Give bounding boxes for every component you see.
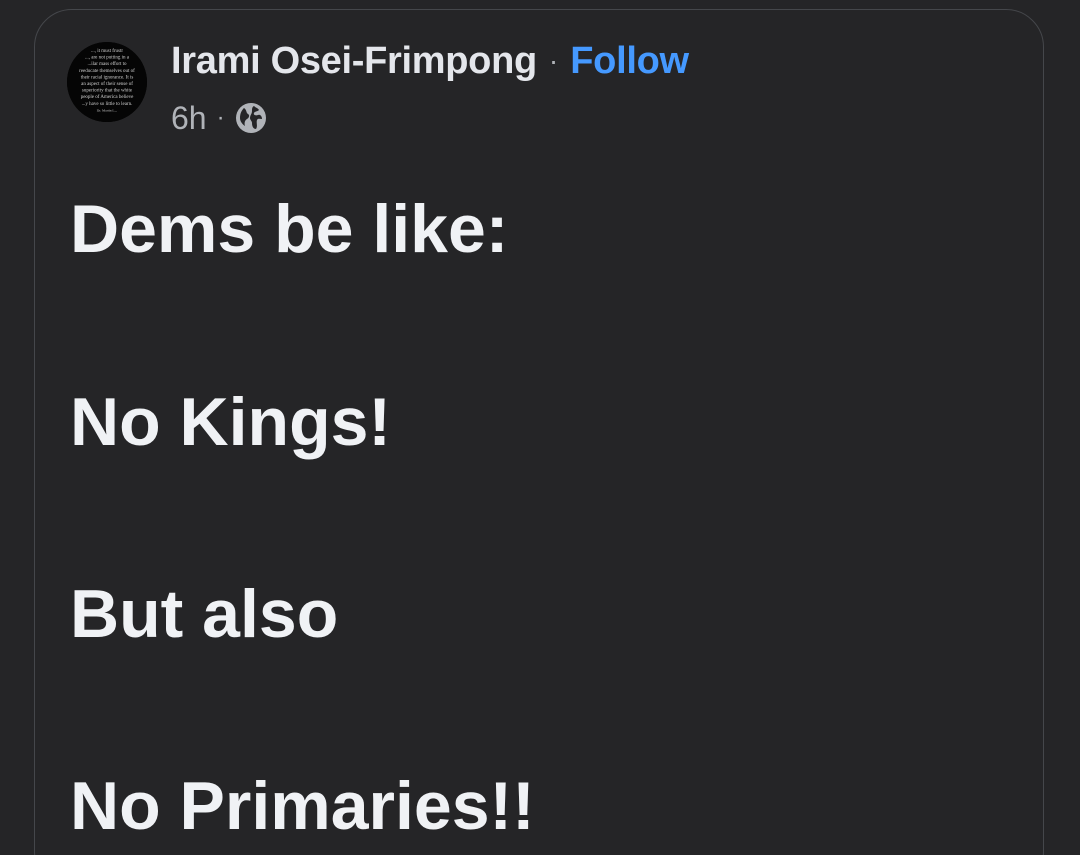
post-header: Irami Osei-Frimpong · Follow xyxy=(171,36,689,86)
avatar-quote-line: their racial ignorance. It is xyxy=(81,75,134,80)
post-line-1: Dems be like: xyxy=(70,191,509,267)
avatar-quote-line: ..., are not putting in a xyxy=(85,56,130,61)
avatar-quote-line: ...ilar mass effort to xyxy=(87,62,127,67)
post-line-3: But also xyxy=(70,576,339,652)
header-separator: · xyxy=(548,45,559,76)
avatar-quote-line: superiority that the white xyxy=(82,89,133,94)
avatar-quote-line: reeducate themselves out of xyxy=(79,69,135,74)
avatar-quote-line: an aspect of their sense of xyxy=(81,82,133,87)
avatar-quote-line: people of America believe xyxy=(81,95,134,100)
follow-button[interactable]: Follow xyxy=(570,40,689,83)
post-timestamp[interactable]: 6h xyxy=(171,100,207,137)
avatar-quote-image: ..., it must frustr ..., are not putting … xyxy=(67,42,147,122)
author-name[interactable]: Irami Osei-Frimpong xyxy=(171,40,537,83)
avatar-quote-line: ...y have so little to learn. xyxy=(82,102,133,107)
avatar-quote-line: ..., it must frustr xyxy=(91,49,123,54)
screen: ..., it must frustr ..., are not putting … xyxy=(0,0,1080,855)
post-line-4: No Primaries!! xyxy=(70,768,535,844)
post-meta: 6h · xyxy=(171,98,267,138)
avatar-quote-line: Dr. Martin L... xyxy=(97,108,118,112)
globe-icon[interactable] xyxy=(235,102,267,134)
meta-separator: · xyxy=(216,104,225,131)
avatar[interactable]: ..., it must frustr ..., are not putting … xyxy=(67,42,147,122)
post-line-2: No Kings! xyxy=(70,384,392,460)
